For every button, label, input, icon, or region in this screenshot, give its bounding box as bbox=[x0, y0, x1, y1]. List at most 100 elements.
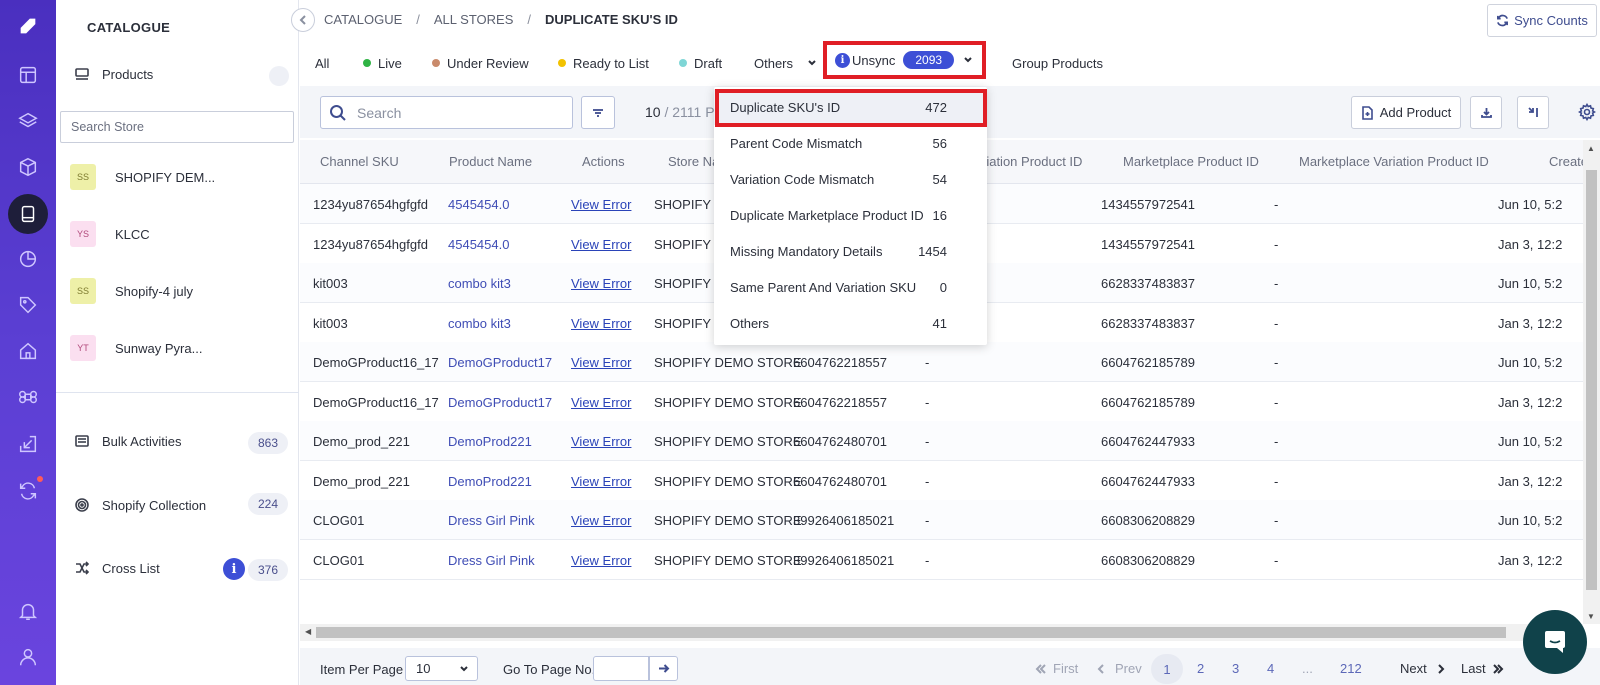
tab-others[interactable]: Others bbox=[754, 52, 817, 74]
app-logo-icon[interactable] bbox=[14, 12, 42, 40]
tab-unsync[interactable]: i Unsync 2093 bbox=[823, 41, 986, 79]
product-name-link[interactable]: 4545454.0 bbox=[448, 197, 509, 212]
last-page-button[interactable]: Last bbox=[1461, 661, 1504, 676]
item-per-page-select[interactable]: 10 bbox=[405, 656, 478, 681]
prev-page-button[interactable]: Prev bbox=[1095, 661, 1142, 676]
view-error-link[interactable]: View Error bbox=[571, 276, 631, 291]
tab-draft[interactable]: Draft bbox=[679, 52, 722, 74]
home-icon[interactable] bbox=[14, 337, 42, 365]
dropdown-item-parent-code-mismatch[interactable]: Parent Code Mismatch 56 bbox=[714, 125, 987, 161]
tab-ready-to-list[interactable]: Ready to List bbox=[558, 52, 649, 74]
product-name-link[interactable]: combo kit3 bbox=[448, 276, 511, 291]
view-error-link[interactable]: View Error bbox=[571, 553, 631, 568]
tag-icon[interactable] bbox=[14, 291, 42, 319]
table-row[interactable]: DemoGProduct16_17 DemoGProduct17 View Erro… bbox=[300, 381, 1583, 422]
product-name-link[interactable]: DemoProd221 bbox=[448, 434, 532, 449]
tab-live[interactable]: Live bbox=[363, 52, 402, 74]
tab-under-review[interactable]: Under Review bbox=[432, 52, 529, 74]
next-page-button[interactable]: Next bbox=[1400, 661, 1447, 676]
scrollbar-thumb[interactable] bbox=[1586, 170, 1597, 590]
horizontal-scrollbar[interactable]: ◀ bbox=[300, 624, 1583, 641]
view-error-link[interactable]: View Error bbox=[571, 355, 631, 370]
view-error-link[interactable]: View Error bbox=[571, 316, 631, 331]
settings-button[interactable] bbox=[1575, 100, 1599, 124]
column-header[interactable]: Actions bbox=[582, 154, 625, 169]
dropdown-item-variation-code-mismatch[interactable]: Variation Code Mismatch 54 bbox=[714, 161, 987, 197]
dropdown-item-missing-mandatory-details[interactable]: Missing Mandatory Details 1454 bbox=[714, 233, 987, 269]
search-input[interactable] bbox=[357, 104, 547, 121]
view-error-link[interactable]: View Error bbox=[571, 474, 631, 489]
search-store-input[interactable] bbox=[60, 111, 294, 143]
page-button[interactable]: 2 bbox=[1197, 661, 1204, 676]
table-row[interactable]: Demo_prod_221 DemoProd221 View Error SHOPIF… bbox=[300, 421, 1583, 461]
column-header[interactable]: Channel SKU bbox=[320, 154, 399, 169]
dropdown-item-others[interactable]: Others 41 bbox=[714, 305, 987, 341]
product-name-link[interactable]: DemoGProduct17 bbox=[448, 355, 552, 370]
page-button[interactable]: 3 bbox=[1232, 661, 1239, 676]
tab-group-products[interactable]: Group Products bbox=[1012, 52, 1103, 74]
dropdown-item-duplicate-marketplace-product-id[interactable]: Duplicate Marketplace Product ID 16 bbox=[714, 197, 987, 233]
products-nav-item[interactable]: Products bbox=[72, 64, 153, 84]
product-name-link[interactable]: combo kit3 bbox=[448, 316, 511, 331]
column-header[interactable]: Product Name bbox=[449, 154, 532, 169]
sync-counts-button[interactable]: Sync Counts bbox=[1487, 4, 1597, 37]
tab-all[interactable]: All bbox=[315, 52, 329, 74]
import-icon[interactable] bbox=[14, 430, 42, 458]
search-box[interactable] bbox=[320, 96, 573, 129]
product-name-link[interactable]: Dress Girl Pink bbox=[448, 513, 535, 528]
store-item[interactable]: YS KLCC bbox=[70, 221, 150, 247]
shopify-collection-nav-item[interactable]: Shopify Collection bbox=[72, 495, 206, 515]
box-icon[interactable] bbox=[14, 153, 42, 181]
download-button[interactable] bbox=[1470, 96, 1502, 129]
column-header[interactable]: Create bbox=[1549, 154, 1583, 169]
column-header[interactable]: riation Product ID bbox=[982, 154, 1082, 169]
store-item[interactable]: SS Shopify-4 july bbox=[70, 278, 193, 304]
add-product-button[interactable]: Add Product bbox=[1351, 96, 1461, 129]
analytics-icon[interactable] bbox=[14, 245, 42, 273]
product-name-link[interactable]: 4545454.0 bbox=[448, 237, 509, 252]
table-row[interactable]: CLOG01 Dress Girl Pink View Error SHOPIFY D… bbox=[300, 539, 1583, 580]
column-header[interactable]: Store Na bbox=[668, 154, 719, 169]
page-button[interactable]: 4 bbox=[1267, 661, 1274, 676]
info-icon[interactable]: i bbox=[223, 558, 245, 580]
store-item[interactable]: SS SHOPIFY DEM... bbox=[70, 164, 215, 190]
view-error-link[interactable]: View Error bbox=[571, 197, 631, 212]
column-header[interactable]: Marketplace Variation Product ID bbox=[1299, 154, 1489, 169]
go-to-page-input[interactable] bbox=[593, 656, 649, 681]
products-toggle[interactable] bbox=[269, 66, 289, 86]
go-to-page-button[interactable] bbox=[649, 656, 678, 681]
view-error-link[interactable]: View Error bbox=[571, 513, 631, 528]
collapse-view-button[interactable] bbox=[1517, 96, 1549, 129]
table-row[interactable]: Demo_prod_221 DemoProd221 View Error SHOPIF… bbox=[300, 460, 1583, 501]
breadcrumb-catalogue[interactable]: CATALOGUE bbox=[324, 12, 402, 27]
scroll-up-arrow-icon[interactable]: ▲ bbox=[1587, 144, 1595, 153]
first-page-button[interactable]: First bbox=[1035, 661, 1078, 676]
layers-icon[interactable] bbox=[14, 107, 42, 135]
chat-support-button[interactable] bbox=[1523, 610, 1587, 674]
notification-bell-icon[interactable] bbox=[14, 597, 42, 625]
product-name-link[interactable]: DemoGProduct17 bbox=[448, 395, 552, 410]
view-error-link[interactable]: View Error bbox=[571, 237, 631, 252]
table-row[interactable]: CLOG01 Dress Girl Pink View Error SHOPIFY D… bbox=[300, 500, 1583, 540]
scroll-down-arrow-icon[interactable]: ▼ bbox=[1587, 612, 1595, 621]
catalogue-icon[interactable] bbox=[8, 194, 48, 234]
dropdown-item-same-parent-and-variation-sku[interactable]: Same Parent And Variation SKU 0 bbox=[714, 269, 987, 305]
user-profile-icon[interactable] bbox=[14, 643, 42, 671]
breadcrumb-all-stores[interactable]: ALL STORES bbox=[434, 12, 513, 27]
command-icon[interactable] bbox=[14, 383, 42, 411]
product-name-link[interactable]: DemoProd221 bbox=[448, 474, 532, 489]
view-error-link[interactable]: View Error bbox=[571, 395, 631, 410]
product-name-link[interactable]: Dress Girl Pink bbox=[448, 553, 535, 568]
page-button-current[interactable]: 1 bbox=[1151, 654, 1183, 684]
collapse-panel-button[interactable] bbox=[291, 8, 315, 32]
scrollbar-thumb[interactable] bbox=[316, 627, 1506, 638]
bulk-activities-nav-item[interactable]: Bulk Activities bbox=[72, 431, 181, 451]
filter-button[interactable] bbox=[581, 96, 615, 129]
page-button[interactable]: 212 bbox=[1340, 661, 1362, 676]
column-header[interactable]: Marketplace Product ID bbox=[1123, 154, 1259, 169]
view-error-link[interactable]: View Error bbox=[571, 434, 631, 449]
store-item[interactable]: YT Sunway Pyra... bbox=[70, 335, 202, 361]
cross-list-nav-item[interactable]: Cross List bbox=[72, 558, 160, 578]
scroll-left-arrow-icon[interactable]: ◀ bbox=[305, 627, 311, 636]
dashboard-icon[interactable] bbox=[14, 61, 42, 89]
